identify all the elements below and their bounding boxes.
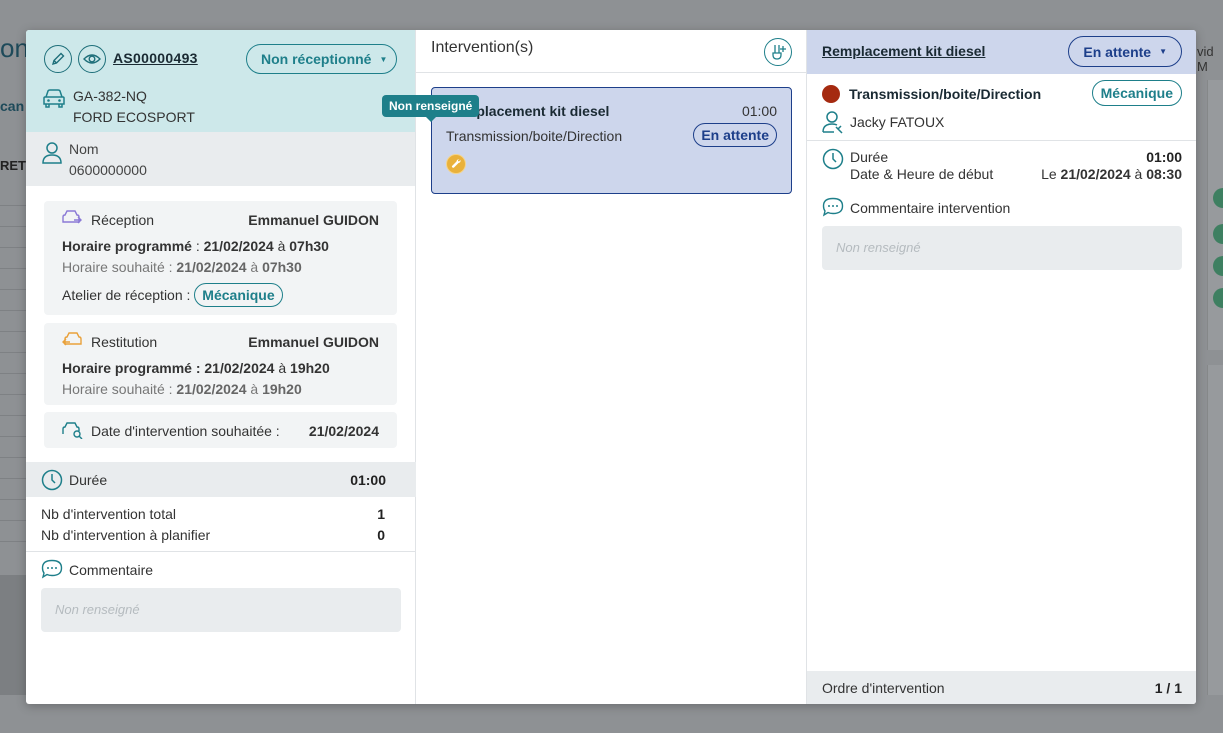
background-column: RET xyxy=(0,158,26,173)
reception-status-label: Non réceptionné xyxy=(261,51,372,67)
duration-bar: Durée 01:00 xyxy=(26,462,416,497)
detail-duration-value: 01:00 xyxy=(1146,149,1182,165)
wished-intervention-label: Date d'intervention souhaitée : xyxy=(91,423,280,439)
divider xyxy=(26,551,416,552)
comment-icon xyxy=(822,197,844,217)
intervention-order-label: Ordre d'intervention xyxy=(822,680,945,696)
caret-down-icon: ▼ xyxy=(1159,47,1167,56)
wished-intervention-date: 21/02/2024 xyxy=(308,423,379,439)
background-tab: can xyxy=(0,98,25,114)
detail-start-label: Date & Heure de début xyxy=(850,166,994,182)
clock-icon xyxy=(41,469,63,491)
background-right-panel-2 xyxy=(1207,365,1223,695)
interventions-column: Intervention(s) Remplacement kit diesel … xyxy=(416,30,807,704)
restitution-scheduled: Horaire programmé : 21/02/2024 à 19h20 xyxy=(62,360,330,376)
intervention-card-category: Transmission/boite/Direction xyxy=(446,128,623,144)
intervention-card-status: En attente xyxy=(693,123,777,147)
interventions-header: Intervention(s) xyxy=(416,30,806,73)
intervention-comment-field[interactable]: Non renseigné xyxy=(822,226,1182,270)
comment-field[interactable]: Non renseigné xyxy=(41,588,401,632)
add-intervention-button[interactable] xyxy=(764,38,792,66)
appointment-header: AS00000493 Non réceptionné ▼ GA-382-NQ F… xyxy=(26,30,415,132)
reception-status-dropdown[interactable]: Non réceptionné ▼ xyxy=(246,44,397,74)
wrench-plus-icon xyxy=(772,45,786,60)
background-right-text: vid M xyxy=(1197,44,1214,74)
intervention-order-value: 1 / 1 xyxy=(1154,680,1182,696)
intervention-comment-label: Commentaire intervention xyxy=(850,200,1011,216)
restitution-person: Emmanuel GUIDON xyxy=(248,334,379,350)
wrench-icon xyxy=(451,159,461,168)
unassigned-tooltip: Non renseigné xyxy=(382,95,480,122)
reception-card: Réception Emmanuel GUIDON Horaire progra… xyxy=(44,201,397,315)
to-plan-value: 0 xyxy=(377,527,385,543)
pencil-icon xyxy=(51,52,65,66)
car-search-icon xyxy=(62,422,83,439)
duration-value: 01:00 xyxy=(350,472,386,488)
category-color-dot xyxy=(822,85,840,103)
detail-start-value: Le 21/02/2024 à 08:30 xyxy=(1041,166,1182,182)
intervention-workshop-badge: Mécanique xyxy=(1091,80,1182,106)
comment-icon xyxy=(41,559,63,579)
car-icon xyxy=(43,89,65,108)
client-phone: 0600000000 xyxy=(69,162,147,178)
view-button[interactable] xyxy=(78,45,106,73)
user-icon xyxy=(42,142,62,164)
intervention-order-footer: Ordre d'intervention 1 / 1 xyxy=(807,671,1196,704)
technician-name: Jacky FATOUX xyxy=(850,114,945,130)
intervention-category: Transmission/boite/Direction xyxy=(849,86,1042,102)
intervention-detail-title[interactable]: Remplacement kit diesel xyxy=(822,43,985,59)
unassigned-wrench-badge[interactable] xyxy=(446,154,466,174)
comment-label: Commentaire xyxy=(69,562,154,578)
intervention-detail-column: Remplacement kit diesel En attente ▼ Tra… xyxy=(807,30,1196,704)
appointment-column: AS00000493 Non réceptionné ▼ GA-382-NQ F… xyxy=(26,30,416,704)
background-title: on xyxy=(0,33,29,63)
interventions-title: Intervention(s) xyxy=(431,39,534,56)
edit-button[interactable] xyxy=(44,45,72,73)
background-right-panel xyxy=(1207,80,1223,350)
background-right-fragment: vid M xyxy=(1195,0,1223,733)
divider xyxy=(807,140,1196,141)
intervention-detail-header: Remplacement kit diesel En attente ▼ xyxy=(807,30,1196,74)
clock-icon xyxy=(822,148,844,170)
eye-icon xyxy=(83,54,101,64)
appointment-modal: AS00000493 Non réceptionné ▼ GA-382-NQ F… xyxy=(26,30,1196,704)
restitution-car-icon xyxy=(62,332,82,346)
vehicle-plate: GA-382-NQ xyxy=(73,88,147,104)
duration-label: Durée xyxy=(69,472,108,488)
reception-workshop: Atelier de réception : Mécanique xyxy=(62,283,283,307)
client-section: Nom 0600000000 xyxy=(26,132,415,186)
reception-car-icon xyxy=(62,210,82,224)
reception-person: Emmanuel GUIDON xyxy=(248,212,379,228)
total-interventions-value: 1 xyxy=(377,506,385,522)
intervention-status-label: En attente xyxy=(1083,43,1152,60)
caret-down-icon: ▼ xyxy=(379,54,388,64)
detail-duration-label: Durée xyxy=(850,149,889,165)
wished-intervention-card: Date d'intervention souhaitée : 21/02/20… xyxy=(44,412,397,448)
restitution-wished: Horaire souhaité : 21/02/2024 à 19h20 xyxy=(62,381,302,397)
vehicle-model: FORD ECOSPORT xyxy=(73,109,195,125)
reception-wished: Horaire souhaité : 21/02/2024 à 07h30 xyxy=(62,259,302,275)
intervention-card[interactable]: Remplacement kit diesel 01:00 Transmissi… xyxy=(431,87,792,194)
intervention-card-duration: 01:00 xyxy=(741,103,777,119)
client-name: Nom xyxy=(69,141,99,157)
restitution-card: Restitution Emmanuel GUIDON Horaire prog… xyxy=(44,323,397,405)
total-interventions-label: Nb d'intervention total xyxy=(41,506,176,522)
reception-scheduled: Horaire programmé : 21/02/2024 à 07h30 xyxy=(62,238,329,254)
restitution-label: Restitution xyxy=(91,334,158,350)
intervention-status-dropdown[interactable]: En attente ▼ xyxy=(1068,36,1182,67)
technician-icon xyxy=(822,111,843,134)
to-plan-label: Nb d'intervention à planifier xyxy=(41,527,211,543)
reception-workshop-badge: Mécanique xyxy=(194,283,283,307)
appointment-reference-link[interactable]: AS00000493 xyxy=(113,50,198,66)
reception-label: Réception xyxy=(91,212,155,228)
